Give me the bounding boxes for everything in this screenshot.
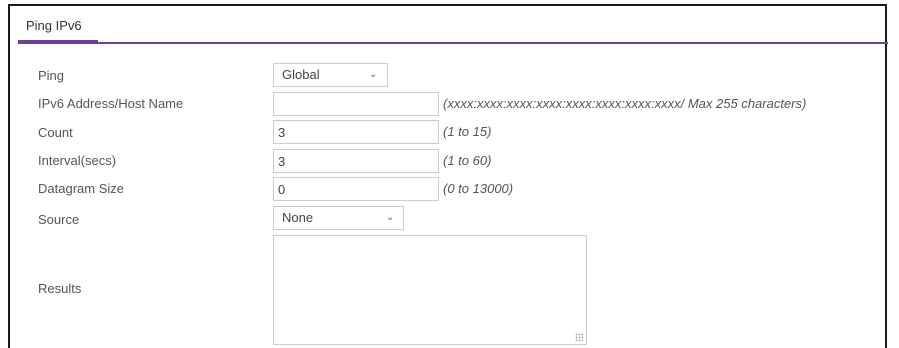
ping-label: Ping: [38, 68, 65, 83]
source-selected-value: None: [282, 210, 314, 225]
interval-hint: (1 to 60): [443, 153, 492, 168]
interval-label: Interval(secs): [38, 153, 117, 168]
active-tab-indicator: [18, 40, 98, 43]
count-input[interactable]: [273, 120, 439, 144]
tab-ping-ipv6[interactable]: Ping IPv6: [26, 18, 82, 33]
chevron-down-icon: ⌄: [369, 69, 378, 80]
source-label: Source: [38, 212, 80, 227]
datagram-size-hint: (0 to 13000): [443, 181, 514, 196]
chevron-down-icon: ⌄: [386, 212, 395, 223]
ipv6-address-label: IPv6 Address/Host Name: [38, 96, 184, 111]
source-select[interactable]: None ⌄: [273, 206, 404, 230]
ping-type-selected-value: Global: [282, 67, 320, 82]
ipv6-address-input[interactable]: [273, 92, 439, 116]
ipv6-address-hint: (xxxx:xxxx:xxxx:xxxx:xxxx:xxxx:xxxx:xxxx…: [443, 96, 807, 111]
results-textarea[interactable]: [273, 235, 587, 345]
panel-header: Ping IPv6: [18, 6, 888, 44]
results-label: Results: [38, 281, 82, 296]
interval-input[interactable]: [273, 149, 439, 173]
resize-grip-icon[interactable]: [575, 333, 583, 341]
ping-ipv6-panel: Ping IPv6 Ping Global ⌄ IPv6 Address/Hos…: [8, 4, 888, 348]
datagram-size-label: Datagram Size: [38, 181, 124, 196]
ping-type-select[interactable]: Global ⌄: [273, 63, 388, 87]
datagram-size-input[interactable]: [273, 177, 439, 201]
count-hint: (1 to 15): [443, 124, 492, 139]
count-label: Count: [38, 125, 73, 140]
